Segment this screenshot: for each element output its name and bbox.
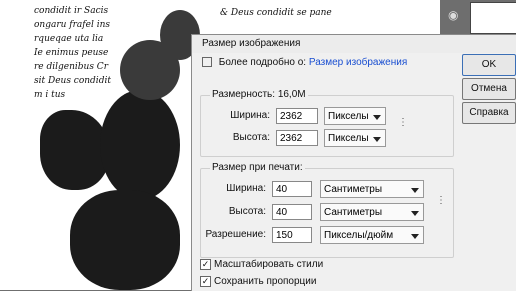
engraving-flower	[100, 90, 180, 200]
script-line: sit Deus condidit	[34, 76, 111, 86]
doc-width-label: Ширина:	[226, 183, 266, 194]
info-icon	[202, 57, 212, 68]
pixel-height-input[interactable]: 2362	[276, 130, 318, 146]
pixel-height-label: Высота:	[232, 132, 270, 143]
script-line: m i tus	[34, 90, 66, 100]
doc-height-unit-select[interactable]: Сантиметры	[320, 203, 424, 221]
script-line: rqueqae uta lia	[34, 34, 104, 44]
chevron-down-icon	[373, 137, 381, 142]
engraving-flower	[70, 190, 180, 290]
doc-height-label: Высота:	[228, 206, 266, 217]
link-chain-icon: ⋮	[398, 117, 408, 128]
info-link[interactable]: Размер изображения	[309, 57, 407, 68]
script-line: Ie enimus peuse	[34, 48, 109, 58]
pixel-width-input[interactable]: 2362	[276, 108, 318, 124]
eye-icon[interactable]: ◉	[448, 8, 458, 22]
doc-width-unit-select[interactable]: Сантиметры	[320, 180, 424, 198]
script-line: re dilgenibus Cr	[34, 62, 108, 72]
cancel-button[interactable]: Отмена	[462, 78, 516, 100]
dialog-title: Размер изображения	[192, 35, 516, 53]
layer-thumbnail[interactable]	[470, 2, 516, 34]
chevron-down-icon	[373, 115, 381, 120]
resolution-input[interactable]: 150	[272, 227, 312, 243]
image-size-dialog: Размер изображения Более подробно о: Раз…	[191, 34, 516, 291]
help-button[interactable]: Справка	[462, 102, 516, 124]
link-chain-icon: ⋮	[436, 195, 446, 206]
chevron-down-icon	[411, 234, 419, 239]
pixel-dimensions-value: 16,0M	[277, 89, 306, 100]
info-row: Более подробно о: Размер изображения	[202, 57, 407, 68]
pixel-width-unit-select[interactable]: Пикселы	[324, 107, 386, 125]
doc-width-input[interactable]: 40	[272, 181, 312, 197]
script-line: ongaru frafel ins	[34, 20, 110, 30]
scale-styles-checkbox[interactable]: ✓ Масштабировать стили	[200, 259, 323, 270]
resolution-unit-select[interactable]: Пикселы/дюйм	[320, 226, 424, 244]
document-size-label: Размер при печати:	[210, 162, 305, 173]
script-line: condidit ir Sacis	[34, 6, 109, 16]
pixel-dimensions-group	[200, 95, 454, 157]
constrain-label: Сохранить пропорции	[214, 276, 317, 288]
layers-panel: ◉	[440, 0, 516, 38]
pixel-height-unit-select[interactable]: Пикселы	[324, 129, 386, 147]
pixel-dimensions-label: Размерность: 16,0M	[210, 89, 308, 100]
pixel-width-label: Ширина:	[230, 110, 270, 121]
chevron-down-icon	[411, 211, 419, 216]
script-line-top: & Deus condidit se pane	[220, 8, 332, 18]
ok-button[interactable]: OK	[462, 54, 516, 76]
info-prefix: Более подробно о:	[218, 57, 307, 68]
doc-height-input[interactable]: 40	[272, 204, 312, 220]
resolution-label: Разрешение:	[205, 229, 266, 240]
chevron-down-icon	[411, 188, 419, 193]
scale-styles-label: Масштабировать стили	[214, 259, 324, 271]
canvas-margin	[0, 0, 30, 290]
checkbox-checked-icon: ✓	[200, 276, 211, 287]
constrain-proportions-checkbox[interactable]: ✓ Сохранить пропорции	[200, 276, 316, 287]
checkbox-checked-icon: ✓	[200, 259, 211, 270]
